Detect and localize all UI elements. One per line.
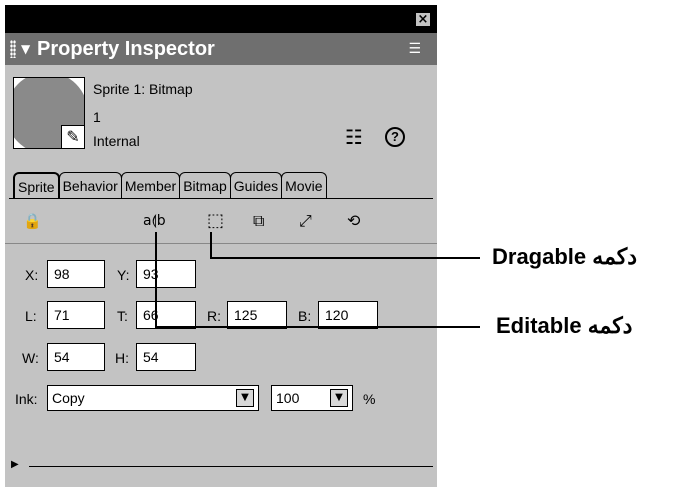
cast-name: Internal (93, 133, 140, 149)
t-field[interactable]: 66 (136, 301, 196, 329)
editable-leader-vertical (155, 232, 157, 328)
r-field[interactable]: 125 (227, 301, 287, 329)
ink-label: Ink: (15, 391, 38, 407)
blend-select[interactable]: 100 ▼ (271, 385, 353, 411)
ink-select[interactable]: Copy ▼ (47, 385, 259, 411)
list-view-icon[interactable]: ☷ (345, 127, 363, 147)
editable-leader-horizontal (155, 326, 480, 328)
l-field[interactable]: 71 (47, 301, 105, 329)
w-label: W: (22, 350, 39, 366)
bottom-divider (29, 466, 433, 467)
sprite-thumbnail: ✎ (13, 77, 85, 149)
tab-underline (9, 198, 433, 199)
expand-arrow-icon[interactable]: ▶ (11, 459, 19, 471)
tab-member[interactable]: Member (120, 172, 181, 198)
dragable-leader-vertical (210, 232, 212, 258)
edit-brush-icon[interactable]: ✎ (61, 125, 84, 148)
editable-icon[interactable]: a⟬b (143, 211, 166, 231)
y-label: Y: (117, 267, 130, 283)
flip-icon[interactable]: ⟲ (347, 211, 360, 231)
tab-behavior[interactable]: Behavior (58, 172, 122, 198)
b-label: B: (298, 308, 312, 324)
help-icon[interactable]: ? (385, 127, 405, 147)
panel-top-strip: × (5, 5, 437, 33)
grip-icon[interactable] (10, 40, 16, 58)
blend-dropdown-icon[interactable]: ▼ (330, 389, 348, 407)
tab-sprite[interactable]: Sprite (13, 172, 60, 198)
x-field[interactable]: 98 (47, 260, 105, 288)
options-menu-icon[interactable]: ☰ (408, 42, 421, 56)
lock-icon[interactable]: 🔒 (23, 211, 42, 231)
blend-percent-label: % (363, 391, 376, 407)
w-field[interactable]: 54 (47, 343, 105, 371)
tab-movie[interactable]: Movie (281, 172, 327, 198)
moveable-icon[interactable]: ⤢ (299, 211, 312, 231)
sprite-name: Sprite 1: Bitmap (93, 81, 193, 97)
h-field[interactable]: 54 (136, 343, 196, 371)
editable-callout: دکمه Editable (496, 313, 633, 338)
panel-titlebar[interactable]: ▼ Property Inspector ☰ (5, 33, 437, 65)
y-field[interactable]: 93 (136, 260, 196, 288)
ink-dropdown-icon[interactable]: ▼ (236, 389, 254, 407)
x-label: X: (25, 267, 39, 283)
tab-bar: Sprite Behavior Member Bitmap Guides Mov… (13, 172, 327, 198)
r-label: R: (207, 308, 221, 324)
h-label: H: (115, 350, 129, 366)
dragable-leader-horizontal (210, 257, 480, 259)
toolbar-divider (5, 243, 437, 244)
panel-title: Property Inspector (37, 38, 215, 60)
l-label: L: (25, 308, 37, 324)
t-label: T: (117, 308, 128, 324)
ink-value: Copy (52, 390, 85, 406)
dragable-icon[interactable]: ⬚ (207, 211, 224, 231)
dragable-callout: دکمه Dragable (492, 244, 638, 269)
blend-value: 100 (276, 390, 300, 406)
tab-guides[interactable]: Guides (229, 172, 283, 198)
trails-icon[interactable]: ⧉ (253, 211, 264, 231)
sprite-number: 1 (93, 109, 101, 125)
collapse-arrow-icon[interactable]: ▼ (21, 42, 30, 56)
b-field[interactable]: 120 (318, 301, 378, 329)
tab-bitmap[interactable]: Bitmap (179, 172, 231, 198)
close-icon[interactable]: × (415, 12, 431, 27)
property-inspector-panel: × ▼ Property Inspector ☰ ✎ Sprite 1: Bit… (5, 5, 437, 487)
